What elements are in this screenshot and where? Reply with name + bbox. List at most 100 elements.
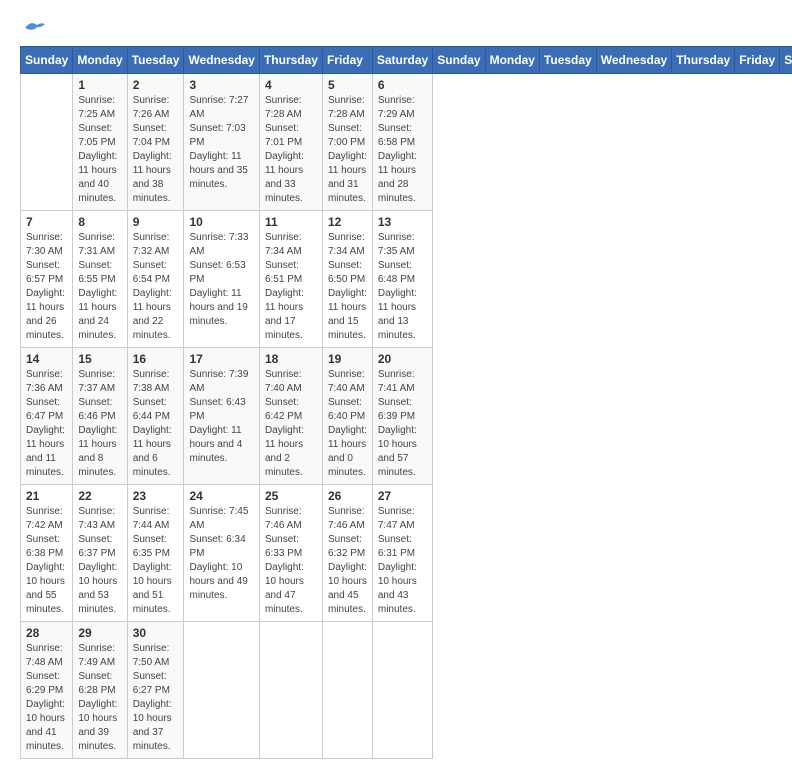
day-number: 27 [378,489,427,503]
calendar-cell [21,74,73,211]
calendar-cell: 20 Sunrise: 7:41 AMSunset: 6:39 PMDayligh… [372,348,432,485]
day-header-monday: Monday [73,47,127,74]
day-info: Sunrise: 7:38 AMSunset: 6:44 PMDaylight:… [133,368,179,480]
calendar-cell: 16 Sunrise: 7:38 AMSunset: 6:44 PMDayligh… [127,348,184,485]
calendar-cell: 22Sunrise: 7:43 AMSunset: 6:37 PMDayligh… [73,485,127,622]
day-number: 13 [378,215,427,229]
day-number: 10 [189,215,253,229]
calendar-cell: 9 Sunrise: 7:32 AMSunset: 6:54 PMDaylight… [127,211,184,348]
day-number: 15 [78,352,121,366]
day-info: Sunrise: 7:40 AMSunset: 6:42 PMDaylight:… [265,368,317,480]
day-header-sunday: Sunday [433,47,485,74]
day-number: 1 [78,78,121,92]
day-number: 3 [189,78,253,92]
calendar-cell: 21 Sunrise: 7:42 AMSunset: 6:38 PMDayligh… [21,485,73,622]
day-header-wednesday: Wednesday [596,47,671,74]
day-header-friday: Friday [735,47,780,74]
day-info: Sunrise: 7:46 AMSunset: 6:33 PMDaylight:… [265,505,317,617]
day-info: Sunrise: 7:44 AMSunset: 6:35 PMDaylight:… [133,505,179,617]
calendar-cell [372,622,432,759]
day-number: 4 [265,78,317,92]
day-info: Sunrise: 7:25 AMSunset: 7:05 PMDaylight:… [78,94,121,206]
day-number: 26 [328,489,367,503]
day-header-tuesday: Tuesday [127,47,184,74]
day-info: Sunrise: 7:35 AMSunset: 6:48 PMDaylight:… [378,231,427,343]
calendar-cell: 3 Sunrise: 7:27 AMSunset: 7:03 PMDaylight… [184,74,259,211]
calendar-week-row: 21 Sunrise: 7:42 AMSunset: 6:38 PMDayligh… [21,485,792,622]
day-info: Sunrise: 7:40 AMSunset: 6:40 PMDaylight:… [328,368,367,480]
calendar-cell: 6Sunrise: 7:29 AMSunset: 6:58 PMDaylight… [372,74,432,211]
day-number: 30 [133,626,179,640]
page-header [20,20,772,36]
calendar-cell: 30Sunrise: 7:50 AMSunset: 6:27 PMDayligh… [127,622,184,759]
day-number: 22 [78,489,121,503]
calendar-table: SundayMondayTuesdayWednesdayThursdayFrid… [20,46,792,759]
day-info: Sunrise: 7:32 AMSunset: 6:54 PMDaylight:… [133,231,179,343]
calendar-cell: 25 Sunrise: 7:46 AMSunset: 6:33 PMDayligh… [259,485,322,622]
day-number: 20 [378,352,427,366]
calendar-cell: 8 Sunrise: 7:31 AMSunset: 6:55 PMDaylight… [73,211,127,348]
day-header-saturday: Saturday [780,47,792,74]
day-number: 23 [133,489,179,503]
day-info: Sunrise: 7:28 AMSunset: 7:01 PMDaylight:… [265,94,317,206]
day-header-monday: Monday [485,47,539,74]
calendar-week-row: 14 Sunrise: 7:36 AMSunset: 6:47 PMDayligh… [21,348,792,485]
day-info: Sunrise: 7:48 AMSunset: 6:29 PMDaylight:… [26,642,67,754]
day-number: 19 [328,352,367,366]
calendar-cell: 26Sunrise: 7:46 AMSunset: 6:32 PMDayligh… [322,485,372,622]
day-number: 8 [78,215,121,229]
day-number: 24 [189,489,253,503]
day-number: 12 [328,215,367,229]
day-number: 14 [26,352,67,366]
day-number: 29 [78,626,121,640]
day-number: 21 [26,489,67,503]
calendar-header-row: SundayMondayTuesdayWednesdayThursdayFrid… [21,47,792,74]
day-number: 2 [133,78,179,92]
calendar-cell: 24 Sunrise: 7:45 AMSunset: 6:34 PMDayligh… [184,485,259,622]
day-number: 9 [133,215,179,229]
calendar-cell: 13 Sunrise: 7:35 AMSunset: 6:48 PMDayligh… [372,211,432,348]
day-header-wednesday: Wednesday [184,47,259,74]
calendar-cell: 4 Sunrise: 7:28 AMSunset: 7:01 PMDaylight… [259,74,322,211]
calendar-cell [322,622,372,759]
calendar-cell: 23 Sunrise: 7:44 AMSunset: 6:35 PMDayligh… [127,485,184,622]
calendar-week-row: 7 Sunrise: 7:30 AMSunset: 6:57 PMDaylight… [21,211,792,348]
calendar-cell: 14 Sunrise: 7:36 AMSunset: 6:47 PMDayligh… [21,348,73,485]
calendar-week-row: 1 Sunrise: 7:25 AMSunset: 7:05 PMDaylight… [21,74,792,211]
calendar-week-row: 28 Sunrise: 7:48 AMSunset: 6:29 PMDayligh… [21,622,792,759]
day-number: 7 [26,215,67,229]
day-info: Sunrise: 7:28 AMSunset: 7:00 PMDaylight:… [328,94,367,206]
day-number: 28 [26,626,67,640]
day-number: 11 [265,215,317,229]
day-info: Sunrise: 7:31 AMSunset: 6:55 PMDaylight:… [78,231,121,343]
day-number: 16 [133,352,179,366]
calendar-cell: 7 Sunrise: 7:30 AMSunset: 6:57 PMDaylight… [21,211,73,348]
day-number: 18 [265,352,317,366]
calendar-cell: 1 Sunrise: 7:25 AMSunset: 7:05 PMDaylight… [73,74,127,211]
day-info: Sunrise: 7:26 AMSunset: 7:04 PMDaylight:… [133,94,179,206]
calendar-cell: 19 Sunrise: 7:40 AMSunset: 6:40 PMDayligh… [322,348,372,485]
logo-bird-icon [23,20,45,36]
calendar-cell: 28 Sunrise: 7:48 AMSunset: 6:29 PMDayligh… [21,622,73,759]
day-number: 25 [265,489,317,503]
day-number: 5 [328,78,367,92]
calendar-cell [184,622,259,759]
day-header-thursday: Thursday [672,47,735,74]
day-info: Sunrise: 7:41 AMSunset: 6:39 PMDaylight:… [378,368,427,480]
calendar-cell: 27 Sunrise: 7:47 AMSunset: 6:31 PMDayligh… [372,485,432,622]
day-number: 17 [189,352,253,366]
day-info: Sunrise: 7:47 AMSunset: 6:31 PMDaylight:… [378,505,427,617]
day-info: Sunrise: 7:36 AMSunset: 6:47 PMDaylight:… [26,368,67,480]
day-number: 6 [378,78,427,92]
day-info: Sunrise: 7:27 AMSunset: 7:03 PMDaylight:… [189,94,253,192]
calendar-cell: 17Sunrise: 7:39 AMSunset: 6:43 PMDayligh… [184,348,259,485]
day-info: Sunrise: 7:42 AMSunset: 6:38 PMDaylight:… [26,505,67,617]
calendar-cell [259,622,322,759]
day-info: Sunrise: 7:30 AMSunset: 6:57 PMDaylight:… [26,231,67,343]
day-header-thursday: Thursday [259,47,322,74]
day-info: Sunrise: 7:34 AMSunset: 6:51 PMDaylight:… [265,231,317,343]
logo [20,20,45,36]
day-info: Sunrise: 7:49 AMSunset: 6:28 PMDaylight:… [78,642,121,754]
calendar-cell: 5 Sunrise: 7:28 AMSunset: 7:00 PMDaylight… [322,74,372,211]
day-info: Sunrise: 7:45 AMSunset: 6:34 PMDaylight:… [189,505,253,603]
